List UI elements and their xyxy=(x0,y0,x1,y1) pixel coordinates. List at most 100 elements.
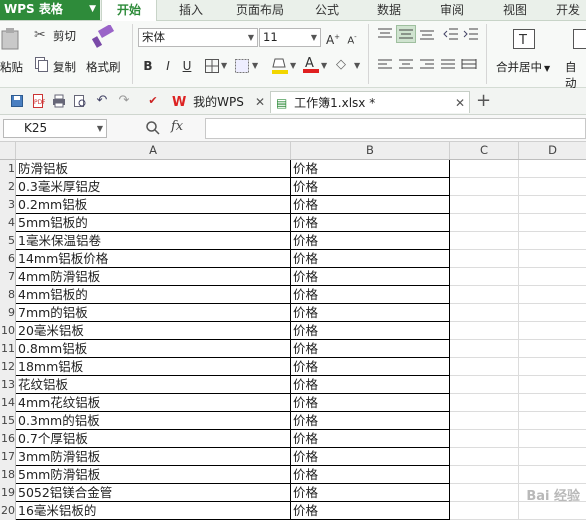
cell-d[interactable] xyxy=(519,196,586,214)
cell-a[interactable]: 4mm铝板的 xyxy=(16,286,291,304)
redo-icon[interactable]: ↷ xyxy=(117,94,131,108)
new-tab-icon[interactable]: + xyxy=(476,90,491,112)
cell-a[interactable]: 16毫米铝板的 xyxy=(16,502,291,520)
row-header[interactable]: 2 xyxy=(0,178,16,196)
cell-a[interactable]: 3mm防滑铝板 xyxy=(16,448,291,466)
cell-a[interactable]: 0.3毫米厚铝皮 xyxy=(16,178,291,196)
row-header[interactable]: 9 xyxy=(0,304,16,322)
row-header[interactable]: 17 xyxy=(0,448,16,466)
increase-font-icon[interactable]: A+ xyxy=(324,28,342,46)
cell-b[interactable]: 价格 xyxy=(291,178,450,196)
copy-button[interactable]: 复制 xyxy=(53,59,76,75)
column-header-c[interactable]: C xyxy=(450,142,519,159)
cell-a[interactable]: 14mm铝板价格 xyxy=(16,250,291,268)
cell-c[interactable] xyxy=(450,466,519,484)
row-header[interactable]: 13 xyxy=(0,376,16,394)
cell-d[interactable] xyxy=(519,160,586,178)
tab-home[interactable]: 开始 xyxy=(101,0,157,21)
cut-button[interactable]: 剪切 xyxy=(53,28,76,44)
align-bottom-icon[interactable] xyxy=(418,26,436,42)
cell-a[interactable]: 5052铝镁合金管 xyxy=(16,484,291,502)
row-header[interactable]: 14 xyxy=(0,394,16,412)
fill-color-icon[interactable] xyxy=(271,56,289,76)
cell-style-icon[interactable] xyxy=(234,58,250,74)
row-header[interactable]: 19 xyxy=(0,484,16,502)
justify-icon[interactable] xyxy=(439,57,457,73)
cell-d[interactable] xyxy=(519,412,586,430)
cell-a[interactable]: 0.7个厚铝板 xyxy=(16,430,291,448)
bold-button[interactable]: B xyxy=(139,57,157,75)
cell-a[interactable]: 1毫米保温铝卷 xyxy=(16,232,291,250)
tab-view[interactable]: 视图 xyxy=(488,0,542,20)
cell-b[interactable]: 价格 xyxy=(291,394,450,412)
row-header[interactable]: 1 xyxy=(0,160,16,178)
underline-button[interactable]: U xyxy=(178,57,196,75)
print-icon[interactable] xyxy=(52,94,66,108)
paste-button[interactable]: 粘贴 xyxy=(0,59,23,75)
cell-d[interactable] xyxy=(519,376,586,394)
decrease-indent-icon[interactable] xyxy=(442,26,460,42)
align-left-icon[interactable] xyxy=(376,57,394,73)
cell-b[interactable]: 价格 xyxy=(291,376,450,394)
cell-d[interactable] xyxy=(519,430,586,448)
cell-b[interactable]: 价格 xyxy=(291,466,450,484)
cell-b[interactable]: 价格 xyxy=(291,358,450,376)
cell-c[interactable] xyxy=(450,412,519,430)
cell-d[interactable] xyxy=(519,358,586,376)
cell-c[interactable] xyxy=(450,448,519,466)
cell-c[interactable] xyxy=(450,340,519,358)
cell-b[interactable]: 价格 xyxy=(291,304,450,322)
tab-page-layout[interactable]: 页面布局 xyxy=(226,0,294,20)
row-header[interactable]: 11 xyxy=(0,340,16,358)
cell-c[interactable] xyxy=(450,232,519,250)
tab-workbook[interactable]: ▤ 工作簿1.xlsx * ✕ xyxy=(270,91,470,113)
cell-d[interactable] xyxy=(519,304,586,322)
cell-b[interactable]: 价格 xyxy=(291,430,450,448)
cell-d[interactable] xyxy=(519,340,586,358)
name-box[interactable]: K25 ▼ xyxy=(3,119,107,138)
cell-a[interactable]: 20毫米铝板 xyxy=(16,322,291,340)
cell-c[interactable] xyxy=(450,250,519,268)
align-top-icon[interactable] xyxy=(376,26,394,42)
cell-c[interactable] xyxy=(450,160,519,178)
cell-c[interactable] xyxy=(450,376,519,394)
cell-a[interactable]: 花纹铝板 xyxy=(16,376,291,394)
cell-a[interactable]: 7mm的铝板 xyxy=(16,304,291,322)
merge-center-icon[interactable]: T xyxy=(512,28,536,50)
cell-c[interactable] xyxy=(450,268,519,286)
row-header[interactable]: 18 xyxy=(0,466,16,484)
insert-function-button[interactable]: fx xyxy=(171,119,183,134)
tab-insert[interactable]: 插入 xyxy=(162,0,220,20)
row-header[interactable]: 10 xyxy=(0,322,16,340)
cell-c[interactable] xyxy=(450,358,519,376)
undo-icon[interactable]: ↶ xyxy=(95,94,109,108)
cell-a[interactable]: 0.8mm铝板 xyxy=(16,340,291,358)
cell-b[interactable]: 价格 xyxy=(291,412,450,430)
cell-c[interactable] xyxy=(450,178,519,196)
cell-c[interactable] xyxy=(450,502,519,520)
row-header[interactable]: 16 xyxy=(0,430,16,448)
cell-c[interactable] xyxy=(450,286,519,304)
cell-a[interactable]: 4mm花纹铝板 xyxy=(16,394,291,412)
app-menu-button[interactable]: WPS 表格 ▼ xyxy=(0,0,100,20)
cell-d[interactable] xyxy=(519,448,586,466)
increase-indent-icon[interactable] xyxy=(462,26,480,42)
print-preview-icon[interactable] xyxy=(73,94,87,108)
cell-b[interactable]: 价格 xyxy=(291,250,450,268)
align-right-icon[interactable] xyxy=(418,57,436,73)
cell-d[interactable] xyxy=(519,322,586,340)
format-painter-button[interactable]: 格式刷 xyxy=(86,59,121,75)
formula-input[interactable] xyxy=(205,118,586,139)
cell-a[interactable]: 0.3mm的铝板 xyxy=(16,412,291,430)
cell-b[interactable]: 价格 xyxy=(291,502,450,520)
cell-b[interactable]: 价格 xyxy=(291,160,450,178)
cell-b[interactable]: 价格 xyxy=(291,322,450,340)
cell-d[interactable] xyxy=(519,286,586,304)
cell-d[interactable] xyxy=(519,232,586,250)
row-header[interactable]: 12 xyxy=(0,358,16,376)
decrease-font-icon[interactable]: A- xyxy=(343,28,361,46)
tab-review[interactable]: 审阅 xyxy=(424,0,480,20)
format-painter-icon[interactable] xyxy=(90,25,118,49)
save-icon[interactable] xyxy=(10,94,24,108)
chevron-down-icon[interactable]: ▼ xyxy=(290,61,296,70)
